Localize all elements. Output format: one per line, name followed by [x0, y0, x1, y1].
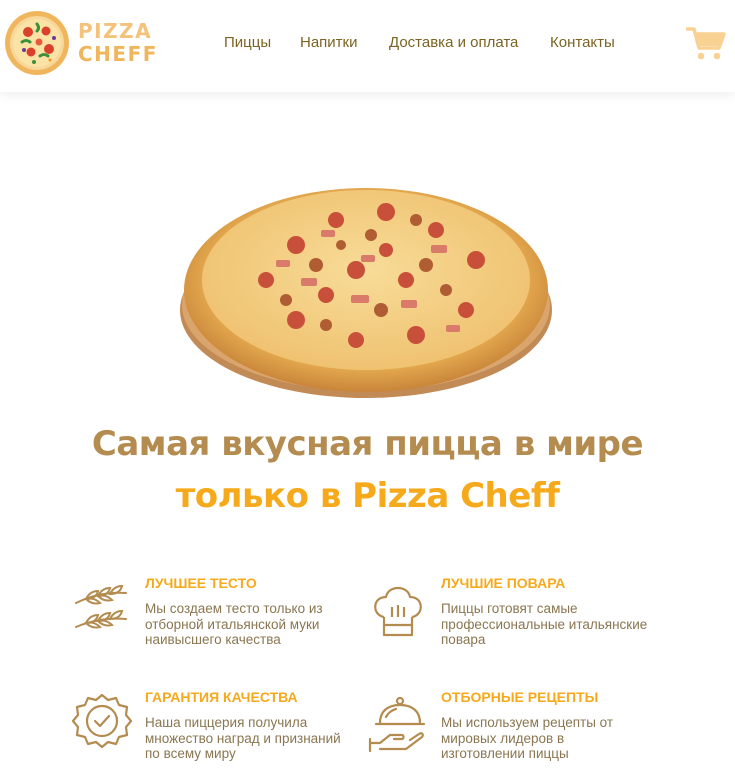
quality-badge-icon: [71, 693, 133, 749]
site-header: PIZZA CHEFF Пиццы Напитки Доставка и опл…: [0, 0, 735, 92]
logo-wordmark: PIZZA CHEFF: [78, 20, 158, 66]
logo-line-1: PIZZA: [78, 19, 153, 43]
feature-best-chefs: ЛУЧШИЕ ПОВАРА Пиццы готовят самые профес…: [366, 575, 656, 655]
feature-description: Наша пиццерия получила множество наград …: [145, 715, 341, 761]
hero-pizza-image: [180, 188, 552, 398]
nav-link-contacts[interactable]: Контакты: [550, 34, 615, 51]
logo-line-2: CHEFF: [78, 42, 158, 66]
feature-title: ГАРАНТИЯ КАЧЕСТВА: [145, 689, 298, 705]
feature-selected-recipes: ОТБОРНЫЕ РЕЦЕПТЫ Мы используем рецепты о…: [366, 689, 656, 769]
chef-hat-icon: [374, 586, 422, 637]
nav-link-delivery-payment[interactable]: Доставка и оплата: [389, 34, 518, 51]
feature-best-dough: ЛУЧШЕЕ ТЕСТО Мы создаем тесто только из …: [70, 575, 360, 655]
feature-description: Пиццы готовят самые профессиональные ита…: [441, 601, 648, 647]
feature-title: ЛУЧШЕЕ ТЕСТО: [145, 575, 257, 591]
feature-quality-guarantee: ГАРАНТИЯ КАЧЕСТВА Наша пиццерия получила…: [70, 689, 360, 769]
hero-headline-line-2: только в Pizza Cheff: [175, 476, 560, 516]
feature-title: ОТБОРНЫЕ РЕЦЕПТЫ: [441, 689, 599, 705]
wheat-icon: [75, 584, 127, 629]
shopping-cart-icon[interactable]: [686, 26, 726, 62]
nav-link-pizzas[interactable]: Пиццы: [224, 34, 271, 51]
hero-headline: Самая вкусная пицца в мире только в Pizz…: [0, 418, 735, 522]
hero-headline-line-1: Самая вкусная пицца в мире: [91, 424, 644, 464]
feature-description: Мы используем рецепты от мировых лидеров…: [441, 715, 614, 761]
pizza-logo-icon: [5, 11, 69, 75]
feature-title: ЛУЧШИЕ ПОВАРА: [441, 575, 566, 591]
nav-link-drinks[interactable]: Напитки: [300, 34, 358, 51]
feature-description: Мы создаем тесто только из отборной итал…: [145, 601, 323, 647]
serving-cloche-icon: [368, 696, 426, 753]
logo[interactable]: PIZZA CHEFF: [4, 10, 164, 76]
